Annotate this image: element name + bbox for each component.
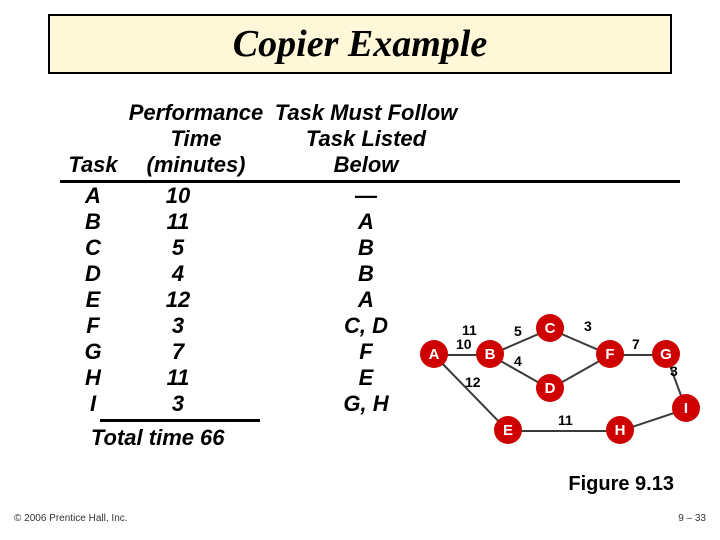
graph-node-I: I <box>672 394 700 422</box>
graph-node-C: C <box>536 314 564 342</box>
edge-weight: 11 <box>462 322 477 338</box>
cell-time: 3 <box>126 313 266 339</box>
table-row: A10— <box>60 183 680 209</box>
cell-task: I <box>60 391 126 417</box>
table-row: D4B <box>60 261 680 287</box>
cell-time: 11 <box>126 209 266 235</box>
cell-task: G <box>60 339 126 365</box>
title-box: Copier Example <box>48 14 672 74</box>
graph-node-D: D <box>536 374 564 402</box>
cell-follow: — <box>266 183 466 209</box>
edge-weight: 12 <box>465 374 481 390</box>
graph-node-B: B <box>476 340 504 368</box>
cell-follow: A <box>266 209 466 235</box>
figure-caption: Figure 9.13 <box>568 473 674 496</box>
header-task: Task <box>60 152 126 178</box>
edge-weight: 7 <box>632 336 640 352</box>
cell-time: 12 <box>126 287 266 313</box>
cell-task: B <box>60 209 126 235</box>
header-follow: Task Must Follow Task Listed Below <box>266 100 466 178</box>
cell-time: 7 <box>126 339 266 365</box>
table-header-row: Task Performance Time (minutes) Task Mus… <box>60 100 680 183</box>
edge-weight: 11 <box>558 412 573 428</box>
graph-node-H: H <box>606 416 634 444</box>
total-value: 66 <box>200 424 266 452</box>
graph-node-E: E <box>494 416 522 444</box>
cell-task: F <box>60 313 126 339</box>
edge-weight: 10 <box>456 336 472 352</box>
cell-task: D <box>60 261 126 287</box>
subtotal-rule <box>100 419 260 422</box>
total-label: Total time <box>60 424 200 452</box>
graph-edge <box>508 430 620 432</box>
cell-time: 5 <box>126 235 266 261</box>
table-row: C5B <box>60 235 680 261</box>
graph-node-A: A <box>420 340 448 368</box>
table-row: B11A <box>60 209 680 235</box>
header-time: Performance Time (minutes) <box>126 100 266 178</box>
page-number: 9 – 33 <box>678 513 706 524</box>
graph-node-F: F <box>596 340 624 368</box>
edge-weight: 5 <box>514 323 522 339</box>
cell-task: C <box>60 235 126 261</box>
slide-title: Copier Example <box>233 22 487 66</box>
cell-time: 11 <box>126 365 266 391</box>
precedence-graph: 1012547113311ABCDEFGHI <box>420 300 700 460</box>
edge-weight: 4 <box>514 353 522 369</box>
cell-follow: B <box>266 235 466 261</box>
copyright-text: © 2006 Prentice Hall, Inc. <box>14 513 128 524</box>
edge-weight: 3 <box>584 318 592 334</box>
cell-time: 3 <box>126 391 266 417</box>
cell-time: 4 <box>126 261 266 287</box>
cell-task: E <box>60 287 126 313</box>
cell-follow: B <box>266 261 466 287</box>
graph-node-G: G <box>652 340 680 368</box>
cell-task: A <box>60 183 126 209</box>
slide: Copier Example Task Performance Time (mi… <box>0 0 720 540</box>
cell-task: H <box>60 365 126 391</box>
cell-time: 10 <box>126 183 266 209</box>
